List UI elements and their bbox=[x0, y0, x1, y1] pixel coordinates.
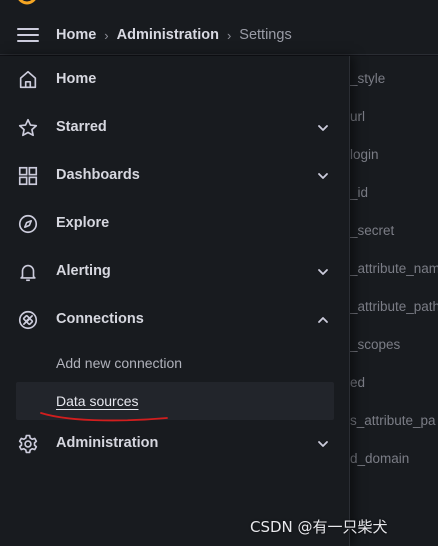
nav-item-alerting[interactable]: Alerting bbox=[0, 254, 350, 290]
nav-item-administration[interactable]: Administration bbox=[0, 426, 350, 462]
breadcrumb: Home › Administration › Settings bbox=[56, 26, 292, 44]
nav-item-starred[interactable]: Starred bbox=[0, 110, 350, 146]
breadcrumb-administration[interactable]: Administration bbox=[117, 27, 219, 43]
setting-key: _attribute_path bbox=[350, 299, 438, 314]
chevron-down-icon[interactable] bbox=[316, 437, 330, 451]
compass-icon bbox=[18, 214, 38, 234]
grid-icon bbox=[18, 166, 38, 186]
nav-item-label: Dashboards bbox=[56, 167, 140, 183]
watermark-text: CSDN @有一只柴犬 bbox=[250, 518, 388, 536]
nav-item-label: Administration bbox=[56, 435, 159, 451]
setting-key: ed bbox=[350, 375, 366, 390]
chevron-down-icon[interactable] bbox=[316, 169, 330, 183]
nav-item-connections[interactable]: Connections bbox=[0, 302, 350, 338]
nav-item-home[interactable]: Home bbox=[0, 62, 350, 98]
chevron-down-icon[interactable] bbox=[316, 265, 330, 279]
connections-icon bbox=[18, 310, 38, 330]
breadcrumb-separator: › bbox=[104, 27, 109, 43]
nav-subitem-label: Add new connection bbox=[56, 355, 183, 371]
setting-key: _secret bbox=[350, 223, 395, 238]
home-icon bbox=[19, 70, 37, 89]
grafana-logo-icon[interactable] bbox=[16, 0, 38, 6]
breadcrumb-home[interactable]: Home bbox=[56, 27, 96, 43]
nav-item-explore[interactable]: Explore bbox=[0, 206, 350, 242]
star-icon bbox=[18, 118, 38, 137]
setting-key: d_domain bbox=[350, 451, 410, 466]
nav-item-label: Home bbox=[56, 71, 97, 87]
menu-toggle-icon[interactable] bbox=[17, 27, 39, 43]
bell-icon bbox=[20, 264, 36, 282]
nav-item-label: Explore bbox=[56, 215, 110, 231]
red-underline-annotation bbox=[40, 412, 168, 422]
chevron-down-icon[interactable] bbox=[316, 121, 330, 135]
setting-key: _scopes bbox=[350, 337, 401, 352]
setting-key: _id bbox=[350, 185, 369, 200]
nav-item-label: Starred bbox=[56, 119, 107, 135]
nav-item-label: Alerting bbox=[56, 263, 111, 279]
gear-icon bbox=[18, 434, 38, 454]
top-bar: Home › Administration › Settings bbox=[0, 0, 438, 55]
nav-subitem-add-new-connection[interactable]: Add new connection bbox=[16, 344, 334, 382]
breadcrumb-settings: Settings bbox=[239, 27, 292, 43]
setting-key: s_attribute_pa bbox=[350, 413, 436, 428]
nav-item-label: Connections bbox=[56, 311, 144, 327]
setting-key: _style bbox=[350, 71, 386, 86]
chevron-up-icon[interactable] bbox=[316, 313, 330, 327]
nav-item-dashboards[interactable]: Dashboards bbox=[0, 158, 350, 194]
breadcrumb-separator: › bbox=[226, 27, 232, 43]
setting-key: login bbox=[350, 147, 379, 162]
setting-key: url bbox=[350, 109, 366, 124]
setting-key: _attribute_name bbox=[350, 261, 438, 276]
